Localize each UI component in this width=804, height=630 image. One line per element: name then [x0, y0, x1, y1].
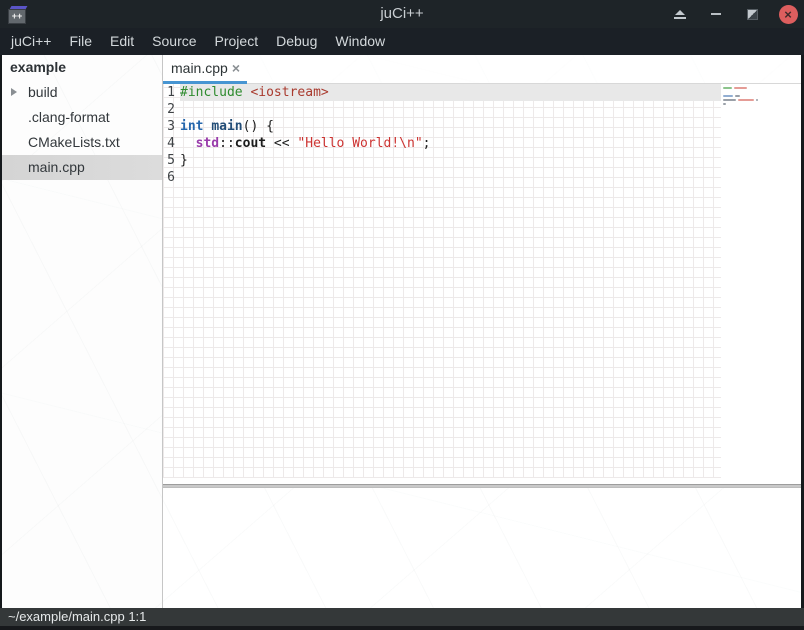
minimap-code-mark — [723, 103, 726, 105]
tab-main-cpp[interactable]: main.cpp × — [163, 55, 247, 84]
restore-button[interactable] — [742, 4, 762, 24]
code-area[interactable]: 1#include <iostream>23int main() {4 std:… — [163, 84, 721, 478]
code-line-6[interactable]: 6 — [163, 169, 721, 186]
line-number: 3 — [163, 118, 180, 135]
minimap-row — [723, 99, 801, 101]
line-number: 4 — [163, 135, 180, 152]
menubar: juCi++FileEditSourceProjectDebugWindow — [0, 28, 804, 55]
minimap-row — [723, 91, 801, 93]
menu-debug[interactable]: Debug — [267, 28, 326, 55]
minimap-code-mark — [734, 87, 747, 89]
window-bottom-border — [0, 626, 804, 630]
code-line-text: } — [180, 152, 721, 169]
shade-button[interactable] — [670, 4, 690, 24]
status-file-position: ~/example/main.cpp 1:1 — [8, 609, 146, 624]
workspace-inner: example build .clang-format CMakeLists.txt… — [2, 55, 801, 608]
code-line-1[interactable]: 1#include <iostream> — [163, 84, 721, 101]
code-line-2[interactable]: 2 — [163, 101, 721, 118]
sidebar-item-label: main.cpp — [28, 159, 85, 175]
project-root-label: example — [2, 55, 162, 80]
minimap-code-mark — [723, 87, 732, 89]
status-bar: ~/example/main.cpp 1:1 — [0, 608, 804, 626]
minimap-row — [723, 103, 801, 105]
line-number: 5 — [163, 152, 180, 169]
sidebar-item-label: CMakeLists.txt — [28, 134, 120, 150]
window-controls: × — [670, 0, 798, 28]
code-line-text: std::cout << "Hello World!\n"; — [180, 135, 721, 152]
code-line-text: int main() { — [180, 118, 721, 135]
close-button[interactable]: × — [778, 4, 798, 24]
minimize-button[interactable] — [706, 4, 726, 24]
minimap-code-mark — [738, 99, 754, 101]
menu-juci[interactable]: juCi++ — [2, 28, 60, 55]
line-number: 1 — [163, 84, 180, 101]
sidebar-item--clang-format[interactable]: .clang-format — [2, 105, 162, 130]
minimap-code-mark — [735, 95, 740, 97]
menu-edit[interactable]: Edit — [101, 28, 143, 55]
line-number: 6 — [163, 169, 180, 186]
workspace: example build .clang-format CMakeLists.txt… — [0, 55, 804, 608]
menu-file[interactable]: File — [60, 28, 101, 55]
sidebar-item-build[interactable]: build — [2, 80, 162, 105]
file-tree-sidebar: example build .clang-format CMakeLists.txt… — [2, 55, 163, 608]
eject-icon — [674, 10, 686, 19]
juci-window: ++ juCi++ × juCi++FileEditSourceProjectD… — [0, 0, 804, 630]
minimize-icon — [711, 13, 721, 15]
menu-window[interactable]: Window — [326, 28, 394, 55]
code-line-text — [180, 101, 721, 118]
sidebar-item-label: .clang-format — [28, 109, 110, 125]
sidebar-item-main-cpp[interactable]: main.cpp — [2, 155, 162, 180]
sidebar-item-cmakelists-txt[interactable]: CMakeLists.txt — [2, 130, 162, 155]
source-editor[interactable]: 1#include <iostream>23int main() {4 std:… — [163, 84, 801, 484]
code-line-text — [180, 169, 721, 186]
close-icon: × — [779, 5, 798, 24]
code-line-text: #include <iostream> — [180, 84, 721, 101]
expander-triangle-icon[interactable] — [11, 88, 17, 96]
tab-bar: main.cpp × — [163, 55, 801, 84]
minimap[interactable] — [721, 84, 801, 478]
tab-label: main.cpp — [171, 55, 228, 82]
sidebar-item-label: build — [28, 84, 58, 100]
titlebar[interactable]: ++ juCi++ × — [0, 0, 804, 28]
output-pane[interactable] — [163, 488, 801, 608]
minimap-row — [723, 87, 801, 89]
editor-column: main.cpp × 1#include <iostream>23int mai… — [163, 55, 801, 608]
tab-close-icon[interactable]: × — [232, 55, 240, 82]
code-line-3[interactable]: 3int main() { — [163, 118, 721, 135]
code-line-5[interactable]: 5} — [163, 152, 721, 169]
code-line-4[interactable]: 4 std::cout << "Hello World!\n"; — [163, 135, 721, 152]
minimap-row — [723, 95, 801, 97]
minimap-row — [723, 107, 801, 109]
minimap-code-mark — [723, 95, 733, 97]
restore-icon — [748, 10, 757, 19]
menu-project[interactable]: Project — [206, 28, 268, 55]
minimap-code-mark — [723, 99, 736, 101]
minimap-code-mark — [756, 99, 758, 101]
line-number: 2 — [163, 101, 180, 118]
menu-source[interactable]: Source — [143, 28, 205, 55]
